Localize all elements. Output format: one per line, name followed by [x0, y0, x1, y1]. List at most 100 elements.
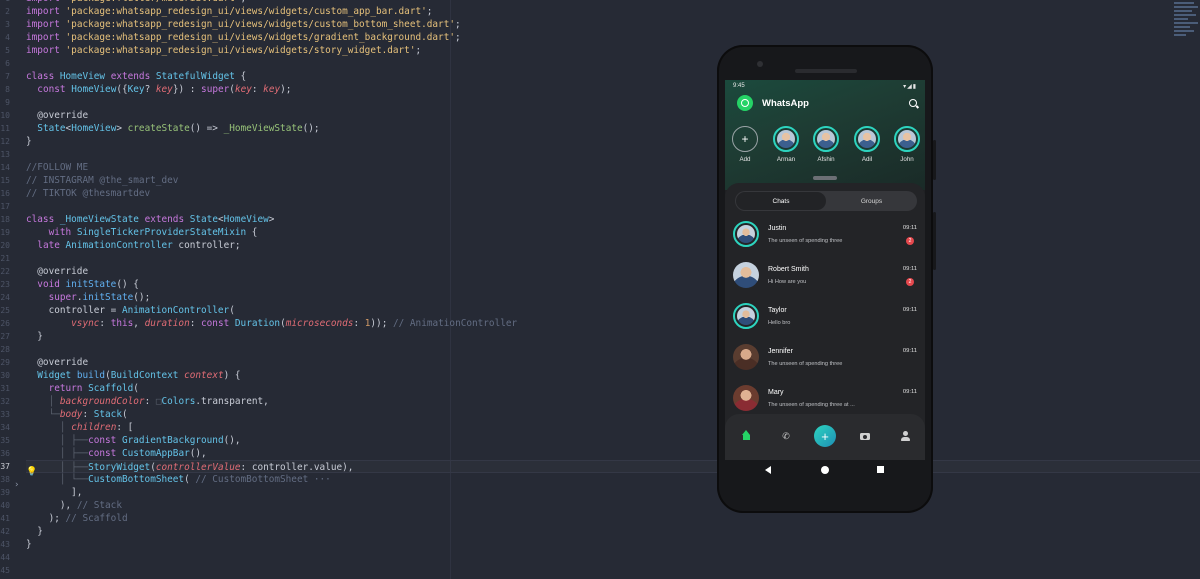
code-line[interactable] [26, 343, 666, 356]
line-number: 17 [0, 202, 10, 211]
code-line[interactable]: import 'package:whatsapp_redesign_ui/vie… [26, 5, 666, 18]
fold-chevron-icon[interactable]: › [14, 480, 19, 490]
line-number: 19 [0, 228, 10, 237]
code-line[interactable] [26, 200, 666, 213]
code-line[interactable]: void initState() { [26, 278, 666, 291]
code-line[interactable]: @override [26, 109, 666, 122]
home-circle-icon[interactable] [821, 466, 829, 474]
story-item[interactable]: Adil [852, 126, 882, 163]
line-number: 16 [0, 189, 10, 198]
code-line[interactable]: vsync: this, duration: const Duration(mi… [26, 317, 666, 330]
code-line[interactable]: │ backgroundColor: □Colors.transparent, [26, 395, 666, 408]
code-line[interactable]: import 'package:whatsapp_redesign_ui/vie… [26, 18, 666, 31]
code-line[interactable]: State<HomeView> createState() => _HomeVi… [26, 122, 666, 135]
line-number: 22 [0, 267, 10, 276]
code-area[interactable]: import 'package:flutter/material.dart'; … [26, 0, 1200, 564]
code-line[interactable]: Widget build(BuildContext context) { [26, 369, 666, 382]
chat-list-item[interactable]: Justin The unseen of spending three 09:1… [725, 217, 925, 257]
tab-chats[interactable]: Chats [736, 192, 826, 210]
code-line[interactable]: @override [26, 356, 666, 369]
line-number: 6 [5, 59, 10, 68]
line-number: 11 [0, 124, 10, 133]
code-line[interactable] [26, 96, 666, 109]
code-line[interactable]: └─body: Stack( [26, 408, 666, 421]
line-number: 40 [0, 501, 10, 510]
line-number: 37 [0, 462, 10, 471]
chat-time: 09:11 [902, 266, 917, 272]
line-number: 8 [5, 85, 10, 94]
code-line[interactable]: // INSTAGRAM @the_smart_dev [26, 174, 666, 187]
sheet-drag-handle[interactable] [813, 176, 837, 180]
add-icon[interactable]: + [814, 425, 836, 447]
story-add[interactable]: + Add [730, 126, 760, 163]
status-bar: 9:45 ▾◢▮ [733, 82, 917, 92]
story-item[interactable]: John [892, 126, 922, 163]
search-icon[interactable] [909, 99, 917, 107]
story-item[interactable]: Afshin [811, 126, 841, 163]
story-name: Adil [861, 156, 873, 163]
code-line[interactable]: } [26, 330, 666, 343]
line-number-gutter: 1234567891011121314151617181920212223242… [0, 0, 24, 577]
recents-icon[interactable] [877, 466, 884, 473]
chat-list-item[interactable]: Jennifer The unseen of spending three 09… [725, 340, 925, 380]
code-line[interactable]: class _HomeViewState extends State<HomeV… [26, 213, 666, 226]
line-number: 10 [0, 111, 10, 120]
code-line[interactable]: //FOLLOW ME [26, 161, 666, 174]
line-number: 29 [0, 358, 10, 367]
profile-icon[interactable] [899, 430, 911, 442]
unread-badge: 2 [906, 278, 914, 286]
code-line[interactable]: ], [26, 486, 666, 499]
code-line[interactable]: super.initState(); [26, 291, 666, 304]
code-line[interactable]: import 'package:whatsapp_redesign_ui/vie… [26, 31, 666, 44]
minimap[interactable] [1174, 0, 1200, 60]
code-line[interactable]: with SingleTickerProviderStateMixin { [26, 226, 666, 239]
code-line[interactable] [26, 252, 666, 265]
code-line[interactable]: } [26, 525, 666, 538]
code-line[interactable]: } [26, 135, 666, 148]
tab-groups[interactable]: Groups [827, 192, 916, 210]
code-line[interactable]: import 'package:whatsapp_redesign_ui/vie… [26, 44, 666, 57]
home-icon[interactable] [740, 430, 752, 442]
code-line[interactable]: // TIKTOK @thesmartdev [26, 187, 666, 200]
app-title: WhatsApp [762, 98, 809, 109]
code-line-active[interactable]: │ ├──StoryWidget(controllerValue: contro… [26, 460, 1200, 473]
code-line[interactable] [26, 148, 666, 161]
line-number: 15 [0, 176, 10, 185]
code-line[interactable]: │ children: [ [26, 421, 666, 434]
code-line[interactable]: │ └──CustomBottomSheet( // CustomBottomS… [26, 473, 666, 486]
code-line[interactable] [26, 551, 666, 564]
back-icon[interactable] [765, 466, 771, 474]
code-line[interactable]: } [26, 538, 666, 551]
call-icon[interactable]: ✆ [780, 430, 792, 442]
code-line[interactable]: late AnimationController controller; [26, 239, 666, 252]
chat-list-item[interactable]: Robert Smith Hi How are you 09:11 2 [725, 258, 925, 298]
phone-screen: 9:45 ▾◢▮ WhatsApp + Add Arman Afshin Adi… [725, 80, 925, 460]
line-number: 3 [5, 20, 10, 29]
line-number: 9 [5, 98, 10, 107]
code-line[interactable]: @override [26, 265, 666, 278]
code-line[interactable]: │ ├──const GradientBackground(), [26, 434, 666, 447]
code-line[interactable]: class HomeView extends StatefulWidget { [26, 70, 666, 83]
code-line[interactable]: │ ├──const CustomAppBar(), [26, 447, 666, 460]
chat-name: Robert Smith [768, 266, 809, 273]
code-line[interactable]: controller = AnimationController( [26, 304, 666, 317]
unread-badge: 2 [906, 237, 914, 245]
code-line[interactable]: ), // Stack [26, 499, 666, 512]
lightbulb-icon[interactable]: 💡 [26, 467, 37, 477]
line-number: 13 [0, 150, 10, 159]
camera-icon[interactable] [859, 430, 871, 442]
chat-tabs: Chats Groups [735, 191, 917, 211]
code-editor[interactable]: 1234567891011121314151617181920212223242… [0, 0, 1200, 579]
line-number: 30 [0, 371, 10, 380]
chat-time: 09:11 [902, 389, 917, 395]
code-line[interactable] [26, 57, 666, 70]
line-number: 21 [0, 254, 10, 263]
chat-list-item[interactable]: Taylor Hello bro 09:11 [725, 299, 925, 339]
line-number: 42 [0, 527, 10, 536]
code-line[interactable]: return Scaffold( [26, 382, 666, 395]
line-number: 2 [5, 7, 10, 16]
code-line[interactable]: ); // Scaffold [26, 512, 666, 525]
code-line[interactable]: const HomeView({Key? key}) : super(key: … [26, 83, 666, 96]
add-story-icon[interactable]: + [732, 126, 758, 152]
story-item[interactable]: Arman [771, 126, 801, 163]
